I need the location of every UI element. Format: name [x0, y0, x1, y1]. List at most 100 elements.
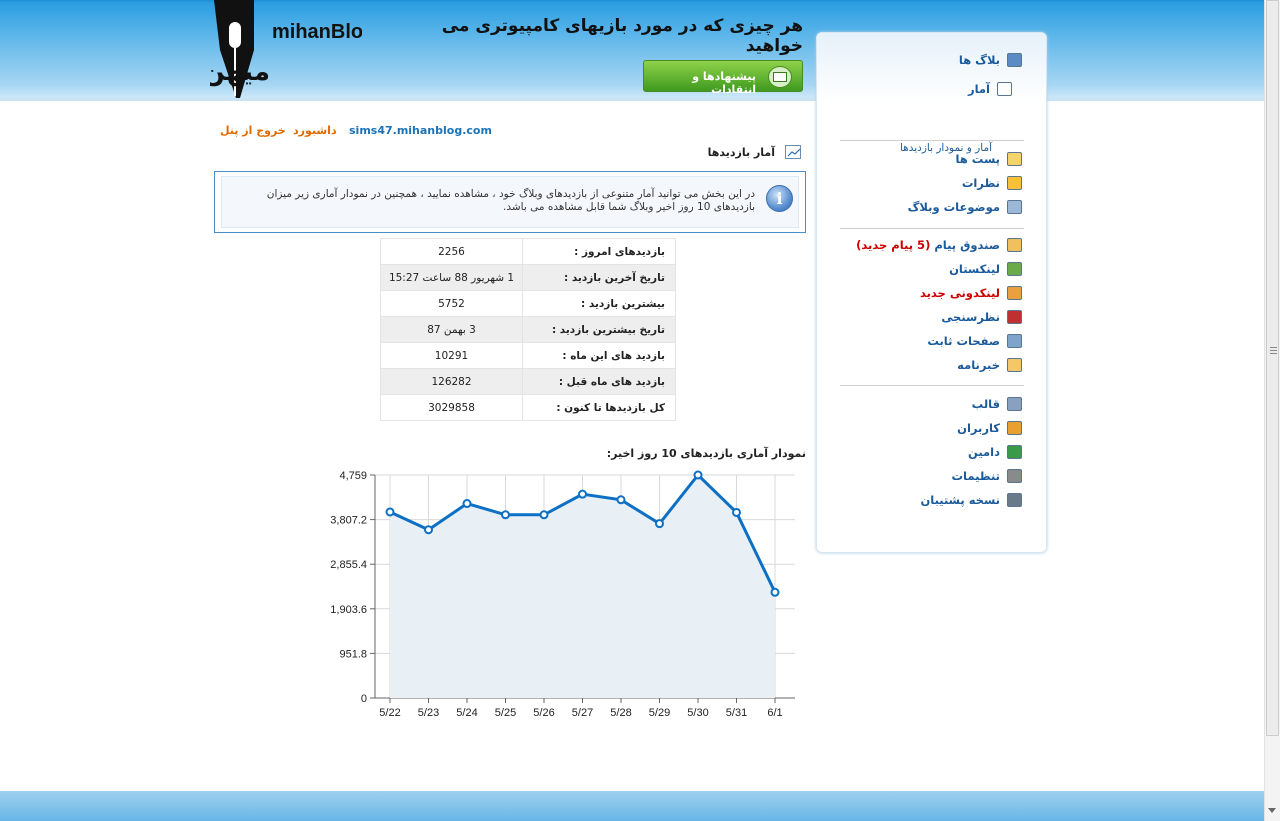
- chart-icon: [785, 145, 801, 159]
- template-icon: [1007, 397, 1022, 411]
- blog-address-link[interactable]: sims47.mihanblog.com: [349, 124, 492, 137]
- sidebar-item-label: لینکستان: [949, 262, 1000, 276]
- chart-title: نمودار آماری بازدیدهای 10 روز اخیر:: [606, 447, 806, 460]
- sidebar-item-label: موضوعات وبلاگ: [908, 200, 1000, 214]
- stat-value: 126282: [380, 368, 523, 395]
- sidebar-divider: [840, 385, 1024, 386]
- stat-label: تاریخ بیشترین بازدید :: [522, 316, 676, 343]
- sidebar-item-text: لینکستان: [949, 262, 1000, 276]
- sidebar-item-label: قالب: [972, 397, 1000, 411]
- sidebar-subitem-stats-chart[interactable]: آمار و نمودار بازدیدها: [900, 142, 992, 154]
- sidebar-item-label: کاربران: [957, 421, 1000, 435]
- sidebar-item-label: آمار: [968, 82, 990, 96]
- sidebar-item-label: پست ها: [956, 152, 1001, 166]
- sidebar-item-label: صندوق پیام (5 پیام جدید): [856, 238, 1000, 252]
- feedback-button-label: پیشنهادها و انتقادات: [692, 70, 756, 96]
- stats-table: بازدیدهای امروز :2256 تاریخ آخرین بازدید …: [380, 238, 676, 421]
- stat-value: 1 شهریور 88 ساعت 15:27: [380, 264, 523, 291]
- stat-label: کل بازدیدها تا کنون :: [522, 394, 676, 421]
- y-tick-label: 3,807.2: [330, 515, 367, 527]
- sidebar-item-text: کاربران: [957, 421, 1000, 435]
- x-tick-label: 5/22: [379, 707, 400, 719]
- stat-label: بیشترین بازدید :: [522, 290, 676, 317]
- data-point: [732, 507, 741, 517]
- x-tick-label: 5/31: [726, 707, 747, 719]
- y-tick-label: 2,855.4: [330, 559, 367, 571]
- data-point: [578, 489, 587, 499]
- sidebar-item-text: قالب: [971, 397, 1000, 411]
- sidebar-item-label: دامین: [968, 445, 1000, 459]
- stat-value: 3 بهمن 87: [380, 316, 523, 343]
- links-icon: [1007, 262, 1022, 276]
- sidebar-item-text: آمار: [967, 82, 990, 96]
- sidebar-divider: [840, 228, 1024, 229]
- stat-label: بازدیدهای امروز :: [522, 238, 676, 265]
- newsletter-icon: [1007, 358, 1022, 372]
- x-tick-label: 5/24: [456, 707, 477, 719]
- vertical-scrollbar[interactable]: [1264, 0, 1280, 821]
- logout-link[interactable]: خروج از پنل: [220, 124, 286, 137]
- section-title: آمار بازدیدها: [707, 146, 775, 159]
- stats-row: بازدید های ماه قبل :126282: [380, 368, 676, 395]
- sidebar-item-text: دامین: [967, 445, 1000, 459]
- x-tick-label: 5/26: [533, 707, 554, 719]
- sidebar-item-text: نسخه پشتیبان: [920, 493, 1000, 507]
- y-tick-label: 1,903.6: [330, 604, 367, 616]
- stats-row: کل بازدیدها تا کنون :3029858: [380, 394, 676, 421]
- domain-icon: [1007, 445, 1022, 459]
- info-text: در این بخش می توانید آمار متنوعی از بازد…: [266, 188, 755, 213]
- stat-label: بازدید های ماه قبل :: [522, 368, 676, 395]
- users-icon: [1007, 421, 1022, 435]
- sidebar-item-text: صفحات ثابت: [927, 334, 1000, 348]
- data-point: [655, 519, 664, 529]
- stat-label: تاریخ آخرین بازدید :: [522, 264, 676, 291]
- stat-value: 2256: [380, 238, 523, 265]
- stat-value: 10291: [380, 342, 523, 369]
- footer-band: [0, 791, 1264, 821]
- logo-latin: mihanBlog: [272, 21, 362, 43]
- new-links-icon: [1007, 286, 1022, 300]
- data-point: [770, 587, 780, 597]
- y-tick-label: 0: [361, 693, 367, 705]
- sidebar-divider: [840, 140, 1024, 141]
- series-area: [390, 475, 775, 698]
- stats-icon: [997, 82, 1012, 96]
- y-tick-label: 951.8: [339, 648, 367, 660]
- info-box: i در این بخش می توانید آمار متنوعی از با…: [214, 171, 806, 233]
- visits-chart: 4,759 3,807.2 2,855.4 1,903.6 951.8 0 5/22 5/23…: [330, 470, 795, 719]
- x-tick-label: 5/29: [649, 707, 670, 719]
- stat-label: بازدید های این ماه :: [522, 342, 676, 369]
- feedback-button[interactable]: پیشنهادها و انتقادات: [643, 60, 803, 96]
- posts-icon: [1007, 152, 1022, 166]
- data-point: [385, 507, 395, 517]
- blogs-icon: [1007, 53, 1022, 67]
- sidebar-item-label: نسخه پشتیبان: [920, 493, 1000, 507]
- inbox-icon: [1007, 238, 1022, 252]
- sidebar-item-text: نظرات: [961, 176, 1000, 190]
- scroll-down-icon[interactable]: [1268, 808, 1276, 813]
- sidebar-item-text: خبرنامه: [957, 358, 1000, 372]
- x-tick-label: 5/23: [418, 707, 439, 719]
- folder-icon: [1007, 200, 1022, 214]
- x-tick-label: 5/27: [572, 707, 593, 719]
- x-tick-label: 5/28: [610, 707, 631, 719]
- poll-icon: [1007, 310, 1022, 324]
- stat-value: 5752: [380, 290, 523, 317]
- backup-icon: [1007, 493, 1022, 507]
- stats-row: تاریخ آخرین بازدید :1 شهریور 88 ساعت 15:…: [380, 264, 676, 291]
- data-point: [616, 495, 626, 505]
- scrollbar-thumb[interactable]: [1266, 0, 1279, 736]
- sidebar-item-label: خبرنامه: [957, 358, 1000, 372]
- stats-row: بازدیدهای امروز :2256: [380, 238, 676, 265]
- mihanblog-logo[interactable]: mihanBlog میهن بلاگ: [138, 0, 375, 102]
- data-point: [424, 525, 433, 535]
- site-title: هر چیزی که در مورد بازیهای کامپیوتری می …: [441, 16, 803, 56]
- sidebar-item-label: نظرسنجی: [941, 310, 1000, 324]
- data-point: [501, 510, 510, 520]
- sidebar-item-label: نظرات: [962, 176, 1000, 190]
- dashboard-link[interactable]: داشبورد: [293, 124, 337, 137]
- sidebar-item-label: تنظیمات: [952, 469, 1001, 483]
- sidebar-item-label: صفحات ثابت: [927, 334, 1000, 348]
- stats-row: بازدید های این ماه :10291: [380, 342, 676, 369]
- sidebar: بلاگ ها آمار پست ها نظرات موضوعات وبلاگ صندوق…: [816, 32, 1047, 553]
